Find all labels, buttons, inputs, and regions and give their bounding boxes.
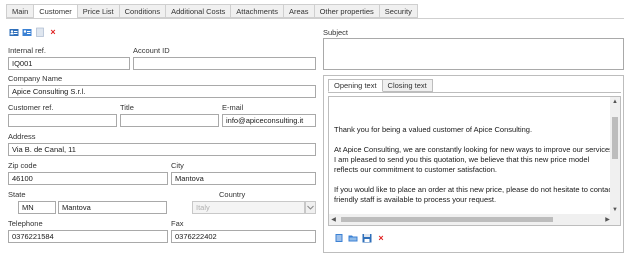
state-input[interactable]: Mantova <box>58 201 167 214</box>
zip-code-label: Zip code <box>8 161 37 170</box>
tab-main[interactable]: Main <box>6 4 35 18</box>
document-icon[interactable] <box>35 27 45 37</box>
contact-card-blue-icon[interactable] <box>22 27 32 37</box>
account-id-input[interactable] <box>133 57 316 70</box>
company-name-input[interactable]: Apice Consulting S.r.l. <box>8 85 316 98</box>
tab-conditions[interactable]: Conditions <box>119 4 167 18</box>
title-input[interactable] <box>120 114 219 127</box>
scroll-left-icon[interactable]: ◀ <box>329 214 338 225</box>
tabbar-divider <box>6 18 624 19</box>
text-line: Thank you for being a valued customer of… <box>334 125 533 134</box>
tab-price-list[interactable]: Price List <box>77 4 120 18</box>
company-name-label: Company Name <box>8 74 63 83</box>
text-line: If you would like to place an order at t… <box>334 185 611 194</box>
text-panel-tabs: Opening text Closing text <box>328 79 433 92</box>
horizontal-scroll-thumb[interactable] <box>341 217 553 222</box>
delete-icon[interactable]: × <box>48 27 58 37</box>
text-panel-tab-divider <box>328 92 621 93</box>
tab-attachments[interactable]: Attachments <box>231 4 284 18</box>
email-input[interactable]: info@apiceconsulting.it <box>222 114 316 127</box>
title-label: Title <box>120 103 134 112</box>
new-document-icon[interactable] <box>334 233 344 243</box>
fax-label: Fax <box>171 219 184 228</box>
internal-ref-input[interactable]: IQ001 <box>8 57 130 70</box>
text-line: reflects our commitment to customer sati… <box>334 165 497 174</box>
telephone-label: Telephone <box>8 219 43 228</box>
contact-card-icon[interactable] <box>9 27 19 37</box>
city-label: City <box>171 161 184 170</box>
vertical-scrollbar[interactable]: ▲ ▼ <box>610 97 620 214</box>
zip-code-input[interactable]: 46100 <box>8 172 168 185</box>
country-select[interactable]: Italy <box>192 201 305 214</box>
address-label: Address <box>8 132 36 141</box>
tab-other-properties[interactable]: Other properties <box>314 4 380 18</box>
text-paragraph: If you would like to place an order at t… <box>334 185 611 205</box>
tab-additional-costs[interactable]: Additional Costs <box>166 4 232 18</box>
text-paragraph: Thank you for being a valued customer of… <box>334 125 611 135</box>
open-folder-icon[interactable] <box>348 233 358 243</box>
customer-toolbar: × <box>9 27 58 37</box>
city-input[interactable]: Mantova <box>171 172 316 185</box>
text-line: friendly staff is available to process y… <box>334 195 497 204</box>
state-label: State <box>8 190 26 199</box>
internal-ref-label: Internal ref. <box>8 46 46 55</box>
opening-text-content: Thank you for being a valued customer of… <box>334 103 611 215</box>
scroll-up-icon[interactable]: ▲ <box>610 97 620 106</box>
vertical-scroll-thumb[interactable] <box>612 117 618 159</box>
text-line: I am pleased to send you this quotation,… <box>334 155 590 164</box>
main-tabbar: Main Customer Price List Conditions Addi… <box>6 4 418 19</box>
account-id-label: Account ID <box>133 46 170 55</box>
tab-areas[interactable]: Areas <box>283 4 315 18</box>
tab-customer[interactable]: Customer <box>34 4 78 19</box>
text-paragraph: At Apice Consulting, we are constantly l… <box>334 145 611 175</box>
opening-text-editor[interactable]: Thank you for being a valued customer of… <box>328 96 621 226</box>
subject-input[interactable] <box>323 38 624 70</box>
text-panel-toolbar: × <box>334 233 386 243</box>
fax-input[interactable]: 0376222402 <box>171 230 316 243</box>
chevron-down-icon <box>307 205 314 210</box>
text-panel: Opening text Closing text Thank you for … <box>323 75 624 253</box>
country-dropdown-button[interactable] <box>305 201 316 214</box>
address-input[interactable]: Via B. de Canal, 11 <box>8 143 316 156</box>
scroll-down-icon[interactable]: ▼ <box>610 205 620 214</box>
save-icon[interactable] <box>362 233 372 243</box>
customer-ref-input[interactable] <box>8 114 117 127</box>
tab-closing-text[interactable]: Closing text <box>382 79 433 92</box>
email-label: E-mail <box>222 103 244 112</box>
text-line: At Apice Consulting, we are constantly l… <box>334 145 611 154</box>
tab-opening-text[interactable]: Opening text <box>328 79 383 92</box>
horizontal-scrollbar[interactable]: ◀ ▶ <box>329 214 612 225</box>
country-label: Country <box>219 190 246 199</box>
subject-label: Subject <box>323 28 349 37</box>
scrollbar-corner <box>610 214 620 225</box>
telephone-input[interactable]: 0376221584 <box>8 230 168 243</box>
state-code-input[interactable]: MN <box>18 201 56 214</box>
tab-security[interactable]: Security <box>379 4 418 18</box>
delete-icon[interactable]: × <box>376 233 386 243</box>
customer-ref-label: Customer ref. <box>8 103 54 112</box>
